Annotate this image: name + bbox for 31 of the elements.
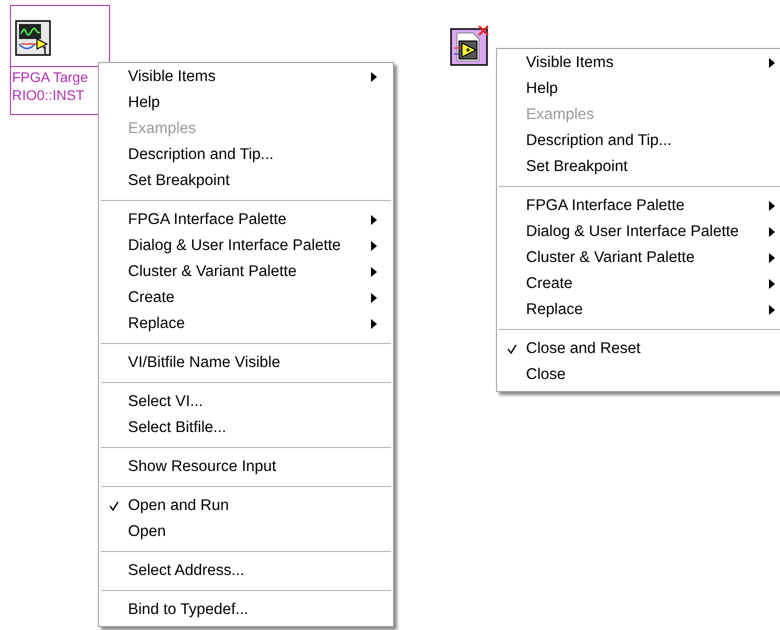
menu-item[interactable]: Create [99,285,393,311]
menu-item[interactable]: FPGA Interface Palette [497,193,780,219]
menu-item[interactable]: Set Breakpoint [497,154,780,180]
menu-item[interactable]: Cluster & Variant Palette [99,259,393,285]
menu-item[interactable]: Visible Items [497,50,780,76]
menu-item[interactable]: Open [99,519,393,545]
menu-item[interactable]: Help [497,76,780,102]
menu-item[interactable]: Bind to Typedef... [99,597,393,623]
menu-item[interactable]: Replace [99,311,393,337]
node-label-text: FPGA Targe [12,68,90,86]
node-label-text: RIO0::INST [12,86,86,104]
menu-item[interactable]: Select VI... [99,389,393,415]
menu-item[interactable]: Close [497,362,780,388]
menu-item[interactable]: Set Breakpoint [99,168,393,194]
fpga-target-node[interactable]: FPGA Targe RIO0::INST [10,5,110,115]
menu-item[interactable]: Show Resource Input [99,454,393,480]
menu-item[interactable]: Description and Tip... [497,128,780,154]
menu-item[interactable]: Dialog & User Interface Palette [99,233,393,259]
menu-item[interactable]: Select Bitfile... [99,415,393,441]
menu-item[interactable]: Close and Reset [497,336,780,362]
menu-item[interactable]: Open and Run [99,493,393,519]
menu-item[interactable]: Description and Tip... [99,142,393,168]
oscilloscope-icon [15,20,51,56]
menu-item[interactable]: Select Address... [99,558,393,584]
menu-item[interactable]: FPGA Interface Palette [99,207,393,233]
menu-item[interactable]: Replace [497,297,780,323]
menu-item[interactable]: Cluster & Variant Palette [497,245,780,271]
menu-item[interactable]: Dialog & User Interface Palette [497,219,780,245]
close-node-icon [450,24,490,66]
menu-item[interactable]: VI/Bitfile Name Visible [99,350,393,376]
menu-item[interactable]: Create [497,271,780,297]
